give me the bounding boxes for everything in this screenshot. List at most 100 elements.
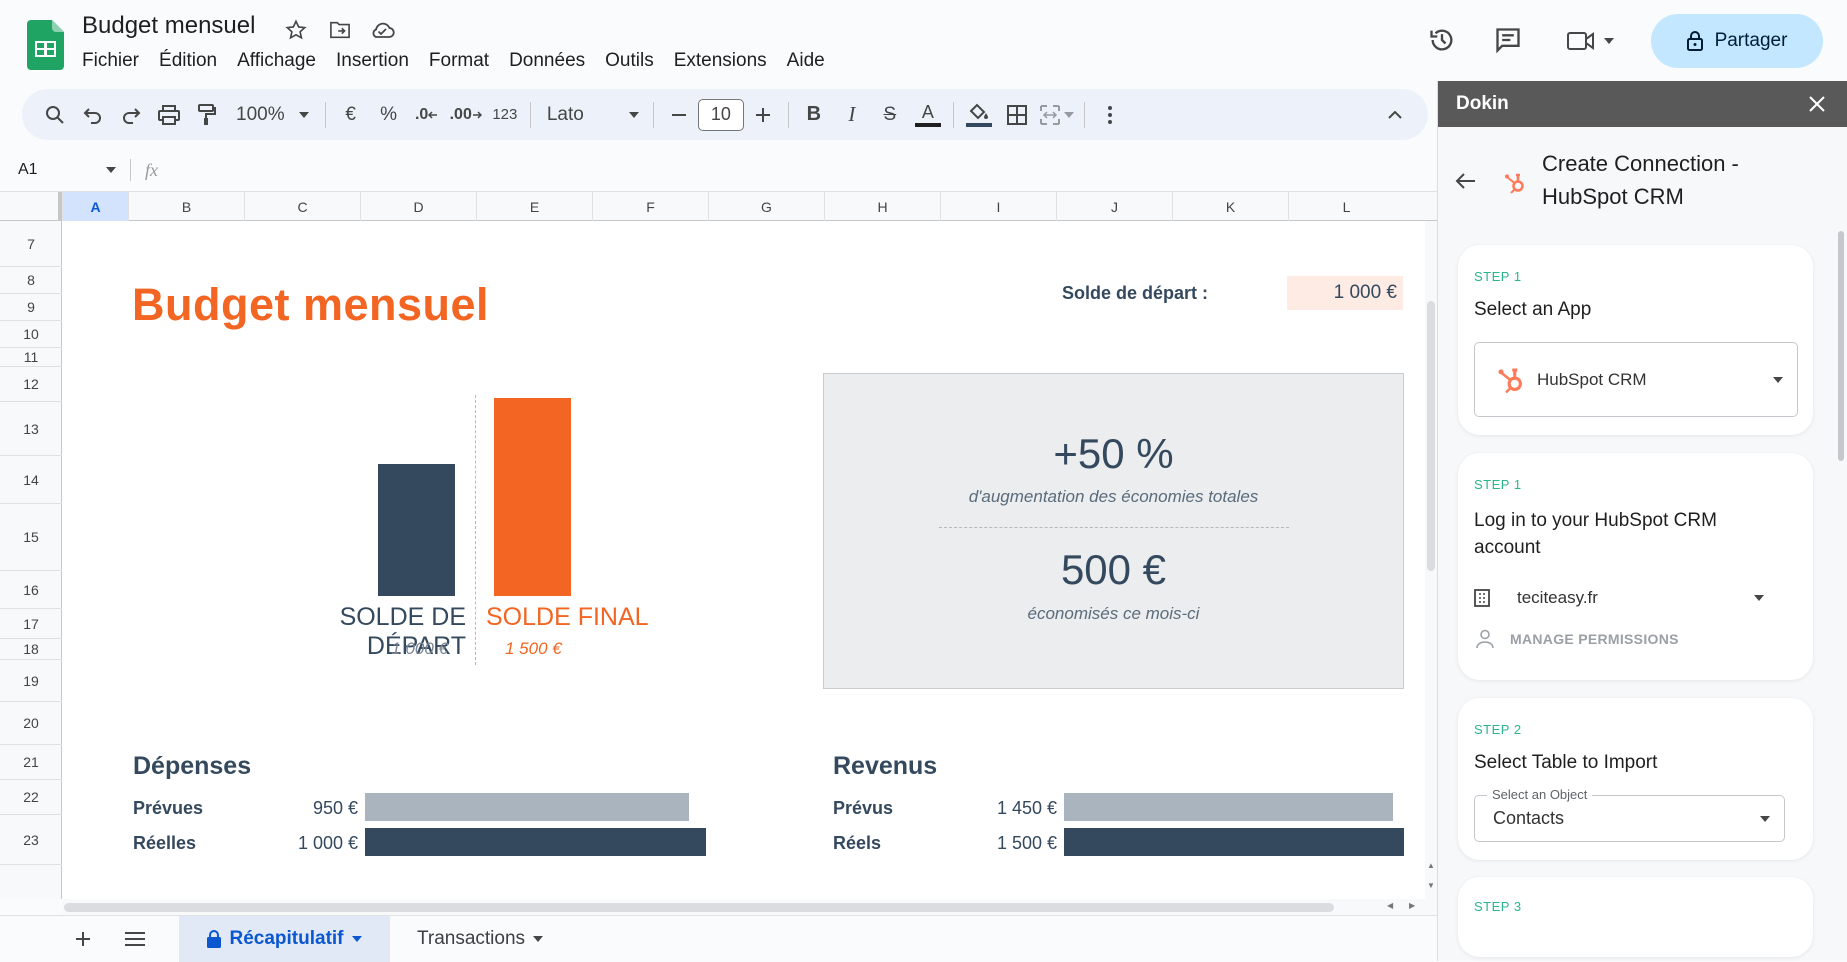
lock-icon bbox=[1686, 31, 1703, 51]
row-header[interactable]: 21 bbox=[0, 745, 62, 780]
horizontal-scrollbar[interactable]: ◀ ▶ bbox=[62, 899, 1437, 915]
undo-button[interactable] bbox=[74, 97, 112, 133]
font-select[interactable]: Lato bbox=[537, 97, 647, 133]
app-select[interactable]: HubSpot CRM bbox=[1474, 342, 1798, 417]
column-header[interactable]: D bbox=[360, 192, 476, 221]
zoom-select[interactable]: 100% bbox=[226, 97, 319, 133]
collapse-toolbar-button[interactable] bbox=[1376, 97, 1414, 133]
menu-data[interactable]: Données bbox=[499, 48, 595, 74]
search-menus-button[interactable] bbox=[36, 97, 74, 133]
borders-button[interactable] bbox=[998, 97, 1036, 133]
menu-edit[interactable]: Édition bbox=[149, 48, 227, 74]
starting-balance-cell[interactable]: 1 000 € bbox=[1287, 276, 1403, 310]
row-header[interactable]: 14 bbox=[0, 456, 62, 504]
column-header[interactable]: L bbox=[1288, 192, 1404, 221]
all-sheets-button[interactable] bbox=[122, 926, 148, 952]
row-header[interactable]: 18 bbox=[0, 639, 62, 660]
manage-permissions-link[interactable]: MANAGE PERMISSIONS bbox=[1476, 629, 1679, 649]
bold-button[interactable]: B bbox=[795, 97, 833, 133]
row-header[interactable]: 16 bbox=[0, 571, 62, 609]
percent-format-button[interactable]: % bbox=[370, 97, 408, 133]
print-button[interactable] bbox=[150, 97, 188, 133]
strikethrough-button[interactable]: S bbox=[871, 97, 909, 133]
row-header[interactable]: 20 bbox=[0, 702, 62, 745]
tab-recapitulatif[interactable]: Récapitulatif bbox=[179, 916, 390, 962]
add-sheet-button[interactable] bbox=[70, 926, 96, 952]
row-header[interactable]: 22 bbox=[0, 780, 62, 815]
menu-insert[interactable]: Insertion bbox=[326, 48, 419, 74]
row-header[interactable]: 12 bbox=[0, 367, 62, 402]
column-header[interactable]: K bbox=[1172, 192, 1288, 221]
row-header[interactable]: 13 bbox=[0, 402, 62, 456]
menu-file[interactable]: Fichier bbox=[72, 48, 149, 74]
select-all-corner[interactable] bbox=[0, 192, 62, 221]
document-title[interactable]: Budget mensuel bbox=[82, 12, 255, 40]
scroll-up-arrow[interactable]: ▲ bbox=[1427, 861, 1435, 870]
menu-tools[interactable]: Outils bbox=[595, 48, 664, 74]
horizontal-scroll-thumb[interactable] bbox=[64, 903, 1334, 912]
row-header[interactable]: 7 bbox=[0, 221, 62, 267]
decrease-decimal-button[interactable]: .0 bbox=[408, 97, 446, 133]
column-header[interactable]: F bbox=[592, 192, 708, 221]
formula-input[interactable] bbox=[158, 157, 1437, 183]
currency-format-button[interactable]: € bbox=[332, 97, 370, 133]
sheet-grid[interactable]: Budget mensuel Solde de départ : 1 000 €… bbox=[62, 221, 1425, 899]
scroll-down-arrow[interactable]: ▼ bbox=[1427, 881, 1435, 890]
decrease-font-size-button[interactable] bbox=[660, 97, 698, 133]
tab-transactions[interactable]: Transactions bbox=[395, 916, 565, 962]
comments-icon[interactable] bbox=[1494, 26, 1522, 54]
menu-help[interactable]: Aide bbox=[777, 48, 835, 74]
column-header[interactable]: I bbox=[940, 192, 1056, 221]
cloud-saved-icon[interactable] bbox=[368, 16, 396, 44]
star-icon[interactable] bbox=[282, 16, 310, 44]
close-panel-button[interactable] bbox=[1808, 95, 1826, 113]
row-header[interactable]: 9 bbox=[0, 294, 62, 321]
row-header[interactable]: 10 bbox=[0, 321, 62, 348]
column-header[interactable]: B bbox=[128, 192, 244, 221]
back-button[interactable] bbox=[1454, 169, 1478, 193]
expenses-planned-bar bbox=[365, 793, 689, 821]
starting-balance-label: Solde de départ : bbox=[1062, 283, 1209, 303]
fill-color-button[interactable] bbox=[960, 97, 998, 133]
more-options-button[interactable] bbox=[1091, 97, 1129, 133]
object-select[interactable]: Select an Object Contacts bbox=[1474, 787, 1785, 842]
panel-scroll-thumb[interactable] bbox=[1838, 231, 1844, 461]
share-button[interactable]: Partager bbox=[1651, 14, 1823, 68]
column-header[interactable]: G bbox=[708, 192, 824, 221]
account-select[interactable]: teciteasy.fr bbox=[1474, 583, 1764, 613]
increase-decimal-button[interactable]: .00 bbox=[446, 97, 486, 133]
row-header[interactable]: 11 bbox=[0, 348, 62, 367]
font-size-input[interactable]: 10 bbox=[697, 98, 744, 131]
name-box[interactable]: A1 bbox=[0, 161, 130, 179]
vertical-scrollbar[interactable]: ▲ ▼ bbox=[1425, 221, 1437, 899]
column-header[interactable]: A bbox=[62, 192, 128, 221]
paint-format-button[interactable] bbox=[188, 97, 226, 133]
step-label: STEP 1 bbox=[1474, 477, 1522, 492]
income-planned-bar bbox=[1064, 793, 1393, 821]
row-header[interactable]: 17 bbox=[0, 609, 62, 639]
increase-font-size-button[interactable] bbox=[744, 97, 782, 133]
menu-format[interactable]: Format bbox=[419, 48, 499, 74]
row-header[interactable]: 19 bbox=[0, 660, 62, 702]
move-folder-icon[interactable] bbox=[326, 16, 354, 44]
vertical-scroll-thumb[interactable] bbox=[1427, 301, 1435, 571]
history-icon[interactable] bbox=[1428, 26, 1456, 54]
merge-cells-button[interactable] bbox=[1036, 97, 1078, 133]
sheets-logo[interactable] bbox=[27, 20, 64, 70]
more-formats-button[interactable]: 123 bbox=[486, 97, 524, 133]
scroll-right-arrow[interactable]: ▶ bbox=[1409, 901, 1415, 910]
redo-button[interactable] bbox=[112, 97, 150, 133]
row-header[interactable]: 8 bbox=[0, 267, 62, 294]
column-header[interactable]: J bbox=[1056, 192, 1172, 221]
column-header[interactable]: H bbox=[824, 192, 940, 221]
menu-extensions[interactable]: Extensions bbox=[664, 48, 777, 74]
text-color-button[interactable]: A bbox=[909, 97, 947, 133]
column-header[interactable]: C bbox=[244, 192, 360, 221]
row-header[interactable]: 15 bbox=[0, 504, 62, 571]
meet-button[interactable] bbox=[1566, 28, 1614, 54]
row-header[interactable]: 23 bbox=[0, 815, 62, 865]
column-header[interactable]: E bbox=[476, 192, 592, 221]
scroll-left-arrow[interactable]: ◀ bbox=[1387, 901, 1393, 910]
menu-view[interactable]: Affichage bbox=[227, 48, 326, 74]
italic-button[interactable]: I bbox=[833, 97, 871, 133]
